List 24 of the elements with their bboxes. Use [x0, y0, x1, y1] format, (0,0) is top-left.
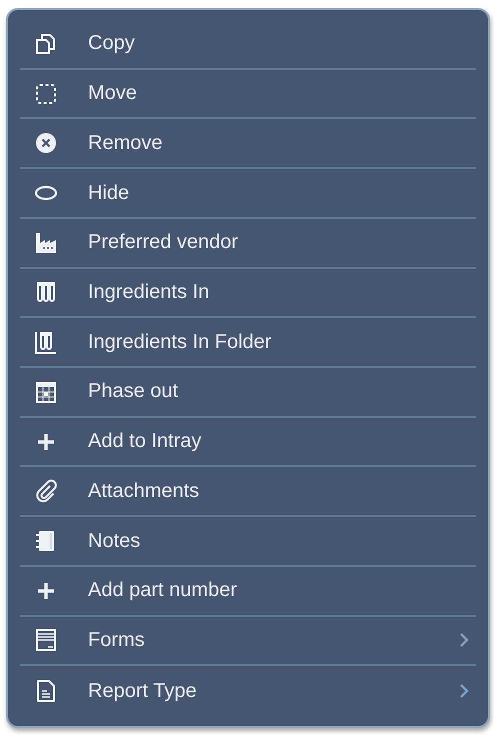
menu-item[interactable]: Ingredients In Folder — [20, 318, 476, 368]
dashed-square-icon — [34, 82, 58, 106]
menu-item[interactable]: Hide — [20, 169, 476, 219]
form-icon — [34, 628, 58, 652]
remove-icon — [34, 131, 58, 156]
menu-item[interactable]: Forms — [20, 616, 476, 666]
test-tubes-icon — [34, 330, 58, 354]
menu-item[interactable]: Move — [20, 70, 476, 120]
menu-item[interactable]: Ingredients In — [20, 268, 476, 318]
menu-item[interactable]: Copy — [20, 20, 476, 70]
menu-item[interactable]: Add part number — [20, 566, 476, 617]
menu-item[interactable]: Remove — [20, 119, 476, 170]
menu-item[interactable]: Phase out — [20, 368, 476, 418]
factory-icon — [34, 230, 58, 255]
menu-item[interactable]: Notes — [20, 517, 476, 567]
test-tubes-icon — [34, 280, 58, 304]
menu-item[interactable]: Report Type — [20, 666, 476, 716]
menu-item[interactable]: Attachments — [20, 467, 476, 518]
menu-item[interactable]: Add to Intray — [20, 418, 476, 468]
menu-item[interactable]: Preferred vendor — [20, 218, 476, 269]
paperclip-icon — [34, 479, 58, 504]
copy-icon — [34, 32, 58, 56]
calendar-icon — [34, 380, 58, 404]
document-icon — [34, 679, 58, 704]
